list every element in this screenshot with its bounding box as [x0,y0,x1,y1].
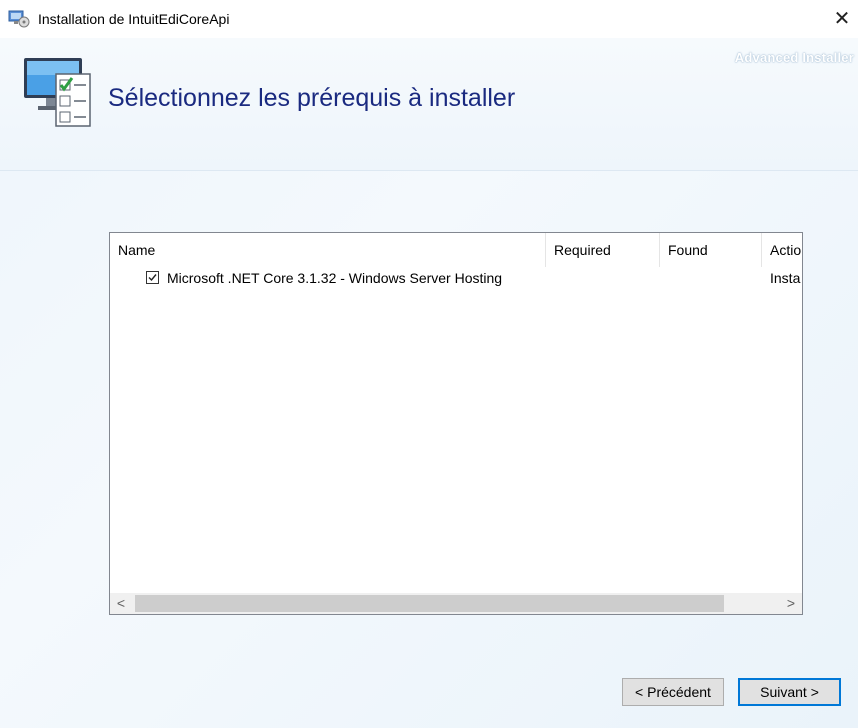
close-button[interactable]: ✕ [826,4,858,34]
installer-window: Installation de IntuitEdiCoreApi ✕ Advan… [0,0,858,728]
back-button[interactable]: < Précédent [622,678,724,706]
monitor-checklist-icon [24,58,91,127]
next-button[interactable]: Suivant > [738,678,841,706]
prerequisite-checkbox[interactable] [146,271,159,284]
scroll-right-button[interactable]: > [780,593,802,614]
list-item[interactable]: Microsoft .NET Core 3.1.32 - Windows Ser… [110,267,802,291]
header-banner: Advanced Installer Sélectionnez les prér… [0,38,858,171]
column-header-found[interactable]: Found [660,233,762,267]
column-header-action[interactable]: Actio [762,233,802,267]
brand-logo-text: Advanced Installer [734,50,854,65]
horizontal-scrollbar[interactable]: < > [110,593,802,614]
column-header-name[interactable]: Name [110,233,546,267]
chevron-left-icon: < [116,595,126,611]
scroll-thumb[interactable] [135,595,724,612]
scroll-left-button[interactable]: < [110,593,132,614]
page-title: Sélectionnez les prérequis à installer [108,84,516,112]
prerequisite-name: Microsoft .NET Core 3.1.32 - Windows Ser… [167,270,503,286]
chevron-right-icon: > [786,595,796,611]
installer-app-icon [8,10,30,28]
checkmark-icon [148,274,157,282]
close-icon: ✕ [833,8,851,30]
title-bar: Installation de IntuitEdiCoreApi ✕ [0,0,858,38]
prerequisites-list[interactable]: Name Required Found Actio Microsoft .NET… [109,232,803,615]
column-header-required[interactable]: Required [546,233,660,267]
prerequisite-action: Insta [770,270,801,286]
window-title: Installation de IntuitEdiCoreApi [38,11,230,27]
